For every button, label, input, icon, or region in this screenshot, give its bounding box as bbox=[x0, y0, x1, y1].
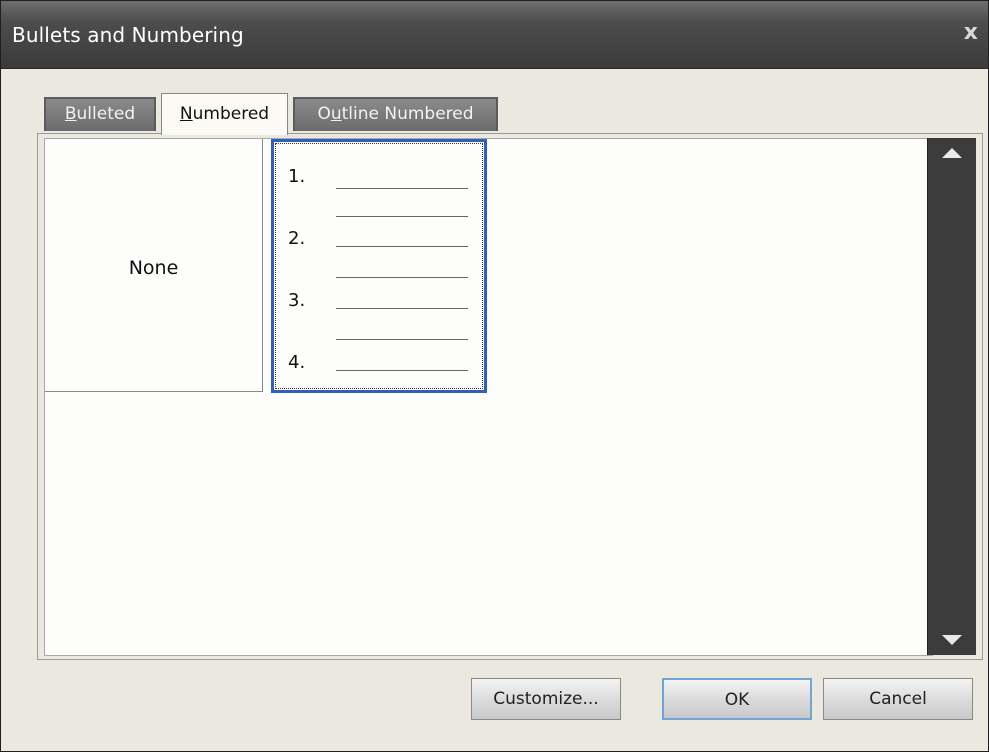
bullets-numbering-dialog: Bullets and Numbering x Bulleted Numbere… bbox=[0, 0, 989, 752]
vertical-scrollbar[interactable] bbox=[927, 138, 976, 655]
tab-numbered-label: umbered bbox=[192, 104, 270, 124]
style-numbered-selected[interactable]: 1. 2. 3. 4. bbox=[271, 139, 487, 393]
preview-line bbox=[336, 339, 468, 340]
preview-line bbox=[336, 246, 468, 247]
style-gallery: None 1. 2. 3. 4. bbox=[44, 138, 933, 656]
preview-line bbox=[336, 277, 468, 278]
close-icon[interactable]: x bbox=[964, 21, 978, 45]
ok-button[interactable]: OK bbox=[662, 678, 812, 720]
title-bar[interactable]: Bullets and Numbering x bbox=[1, 1, 988, 69]
preview-line bbox=[336, 216, 468, 217]
preview-line bbox=[336, 370, 468, 371]
style-none-label: None bbox=[128, 257, 179, 279]
preview-line bbox=[336, 308, 468, 309]
style-none[interactable]: None bbox=[45, 139, 263, 392]
tab-bulleted-label: ulleted bbox=[76, 104, 136, 124]
preview-line bbox=[336, 188, 468, 189]
cancel-button[interactable]: Cancel bbox=[823, 678, 973, 720]
numbered-item-2: 2. bbox=[288, 228, 306, 249]
tab-numbered-mnemonic: N bbox=[179, 104, 193, 124]
scroll-down-icon[interactable] bbox=[942, 635, 962, 645]
tab-outline-mnemonic: u bbox=[330, 104, 342, 124]
numbered-item-3: 3. bbox=[288, 290, 306, 311]
tab-panel: None 1. 2. 3. 4. bbox=[37, 133, 983, 660]
tab-outline-prefix: O bbox=[317, 104, 331, 124]
tab-bulleted[interactable]: Bulleted bbox=[44, 97, 156, 131]
numbered-item-1: 1. bbox=[288, 166, 306, 187]
customize-button[interactable]: Customize... bbox=[471, 678, 621, 720]
tab-outline-numbered[interactable]: Outline Numbered bbox=[293, 97, 498, 131]
tab-numbered[interactable]: Numbered bbox=[161, 93, 288, 135]
scroll-up-icon[interactable] bbox=[942, 148, 962, 158]
tab-outline-label: tline Numbered bbox=[341, 104, 474, 124]
numbered-item-4: 4. bbox=[288, 352, 306, 373]
tab-bulleted-mnemonic: B bbox=[64, 104, 77, 124]
dialog-title: Bullets and Numbering bbox=[12, 23, 244, 47]
